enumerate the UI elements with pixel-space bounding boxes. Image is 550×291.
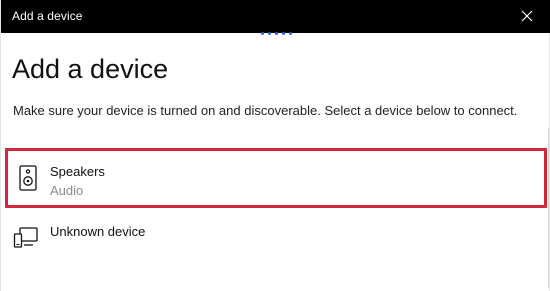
progress-indicator xyxy=(261,32,292,38)
instructions-text: Make sure your device is turned on and d… xyxy=(13,103,518,118)
progress-dot xyxy=(282,32,285,35)
window-title: Add a device xyxy=(12,9,83,23)
progress-dot xyxy=(275,32,278,35)
speaker-icon xyxy=(17,165,39,191)
page-title: Add a device xyxy=(12,54,169,84)
progress-dot xyxy=(261,32,264,35)
device-icon xyxy=(13,226,38,252)
device-item-unknown[interactable]: Unknown device xyxy=(5,214,547,264)
device-name: Unknown device xyxy=(50,224,146,239)
progress-dot xyxy=(289,32,292,35)
scrollbar-track[interactable] xyxy=(548,128,549,288)
add-device-dialog: Add a device Add a device Make sure your… xyxy=(0,0,550,291)
device-type: Audio xyxy=(50,183,84,198)
title-bar: Add a device xyxy=(1,0,550,33)
device-item-speakers[interactable]: Speakers Audio xyxy=(5,148,547,208)
progress-dot xyxy=(268,32,271,35)
device-name: Speakers xyxy=(50,164,105,179)
close-icon[interactable] xyxy=(517,6,537,26)
